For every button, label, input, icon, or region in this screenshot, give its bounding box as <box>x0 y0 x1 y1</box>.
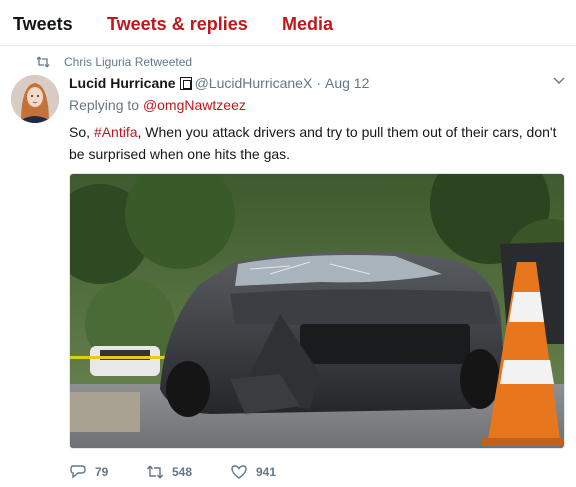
tweet-text-end: , When you attack drivers and try to pul… <box>69 124 557 162</box>
profile-badge-icon <box>179 76 192 90</box>
tab-tweets[interactable]: Tweets <box>13 13 73 35</box>
tweet-text: So, #Antifa, When you attack drivers and… <box>69 121 565 165</box>
profile-tabs: Tweets Tweets & replies Media <box>0 0 576 46</box>
like-button[interactable]: 941 <box>230 464 276 480</box>
replying-to-link[interactable]: @omgNawtzeez <box>143 97 246 113</box>
reply-button[interactable]: 79 <box>69 464 108 480</box>
author-handle[interactable]: @LucidHurricaneX <box>195 75 313 91</box>
like-count: 941 <box>256 465 277 479</box>
tweet-text-start: So, <box>69 124 94 140</box>
chevron-down-icon[interactable] <box>552 76 566 86</box>
avatar[interactable] <box>11 75 59 123</box>
reply-icon <box>70 465 86 479</box>
tweet-header: Lucid Hurricane @LucidHurricaneX · Aug 1… <box>69 73 369 93</box>
heart-icon <box>231 465 247 479</box>
retweet-context: Chris Liguria Retweeted <box>36 54 192 70</box>
replying-to-label: Replying to <box>69 97 143 113</box>
tweet-media-photo[interactable] <box>69 173 565 449</box>
author-name[interactable]: Lucid Hurricane <box>69 75 176 91</box>
retweet-icon <box>36 56 50 68</box>
reply-count: 79 <box>95 465 109 479</box>
tab-media[interactable]: Media <box>282 13 333 35</box>
hashtag-link[interactable]: #Antifa <box>94 124 138 140</box>
replying-to: Replying to @omgNawtzeez <box>69 97 246 113</box>
retweet-context-label[interactable]: Chris Liguria Retweeted <box>64 55 192 69</box>
retweet-button[interactable]: 548 <box>146 464 192 480</box>
separator-dot: · <box>316 75 321 91</box>
tweet-timestamp[interactable]: Aug 12 <box>325 75 369 91</box>
retweet-count: 548 <box>172 465 193 479</box>
retweet-icon <box>146 465 164 479</box>
tab-tweets-and-replies[interactable]: Tweets & replies <box>107 13 248 35</box>
